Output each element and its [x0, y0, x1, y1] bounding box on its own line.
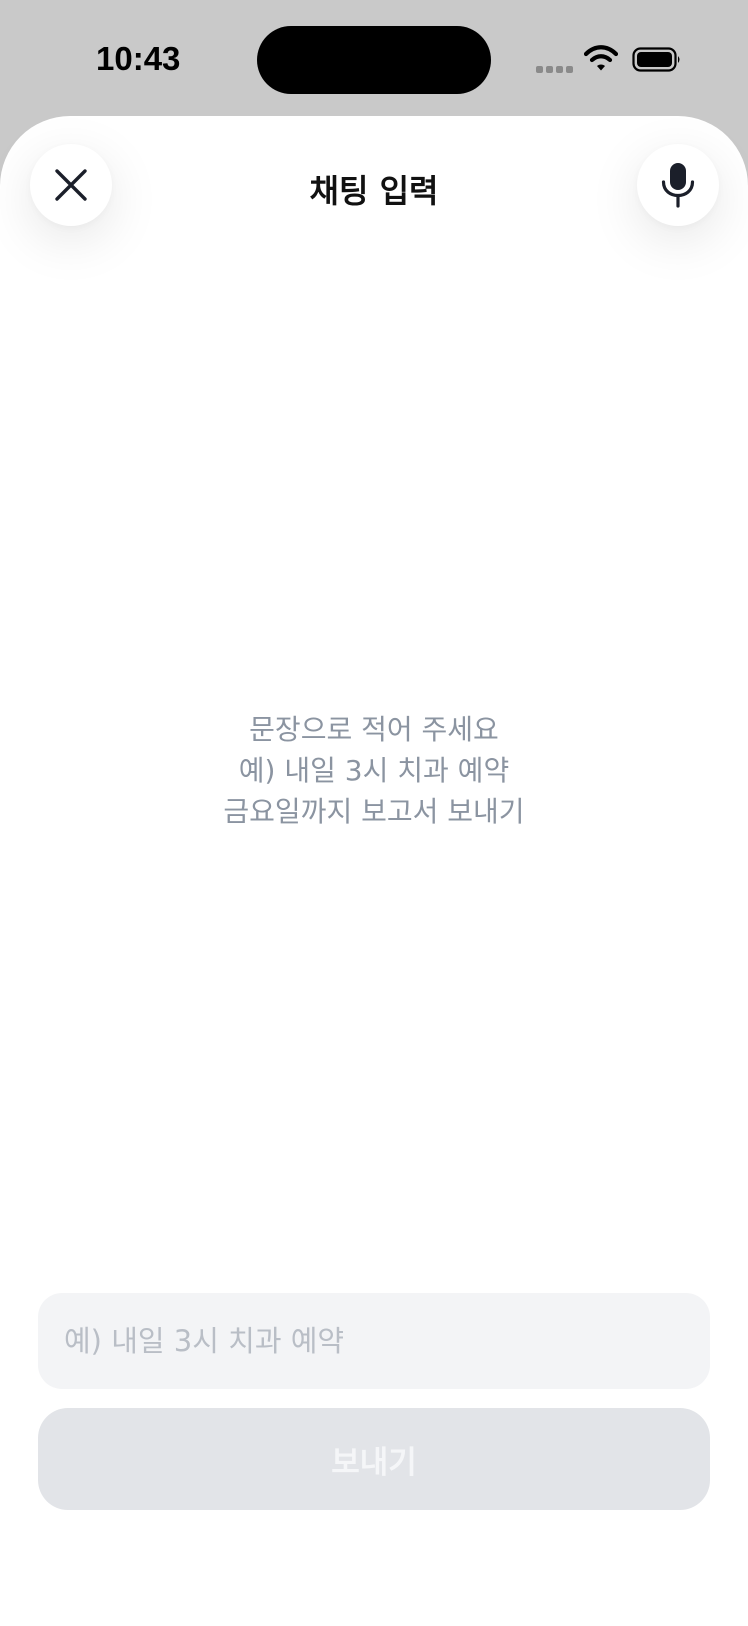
microphone-icon	[661, 162, 695, 208]
chat-input-field[interactable]	[38, 1293, 710, 1389]
hint-line-1: 문장으로 적어 주세요	[249, 713, 499, 746]
status-bar: 10:43	[0, 0, 748, 116]
chat-input-sheet: 채팅 입력 문장으로 적어 주세요 예) 내일 3시 치과 예약 금요일까지 보…	[0, 116, 748, 1626]
page-title: 채팅 입력	[309, 172, 439, 210]
hint-line-3: 금요일까지 보고서 보내기	[223, 795, 525, 828]
dynamic-island	[257, 26, 491, 94]
wifi-icon	[583, 44, 619, 72]
cellular-signal-icon	[536, 66, 574, 74]
send-button[interactable]: 보내기	[38, 1408, 710, 1510]
microphone-button[interactable]	[637, 144, 719, 226]
empty-state-hint: 문장으로 적어 주세요 예) 내일 3시 치과 예약 금요일까지 보고서 보내기	[0, 709, 748, 832]
hint-line-2: 예) 내일 3시 치과 예약	[238, 754, 510, 787]
status-time: 10:43	[96, 40, 181, 77]
battery-icon	[632, 47, 682, 72]
